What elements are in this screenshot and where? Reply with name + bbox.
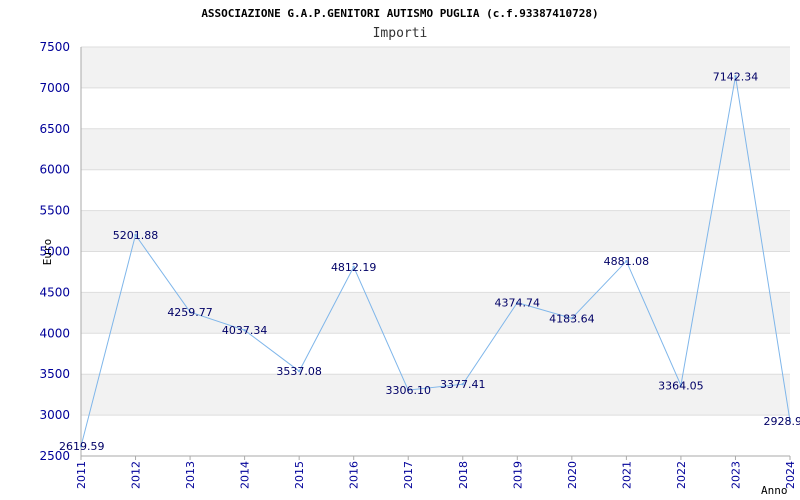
data-label: 3377.41 — [440, 378, 486, 391]
data-label: 4183.64 — [549, 312, 595, 325]
x-tick-label: 2017 — [402, 461, 415, 489]
x-tick-label: 2022 — [675, 461, 688, 489]
data-label: 3306.10 — [385, 384, 431, 397]
y-tick-label: 7500 — [39, 40, 70, 54]
data-label: 2928.9 — [764, 415, 800, 428]
x-tick-label: 2012 — [130, 461, 143, 489]
x-tick-label: 2013 — [184, 461, 197, 489]
grid-bands — [81, 47, 790, 416]
data-label: 3364.05 — [658, 379, 704, 392]
data-label: 4259.77 — [167, 306, 213, 319]
line-chart: ASSOCIAZIONE G.A.P.GENITORI AUTISMO PUGL… — [39, 7, 800, 497]
x-tick-label: 2014 — [239, 461, 252, 489]
y-tick-label: 3500 — [39, 367, 70, 381]
data-label: 4812.19 — [331, 261, 377, 274]
data-label: 3537.08 — [276, 365, 322, 378]
y-tick-label: 5500 — [39, 204, 70, 218]
x-tick-label: 2016 — [348, 461, 361, 489]
y-tick-label: 7000 — [39, 81, 70, 95]
x-tick-label: 2018 — [457, 461, 470, 489]
x-tick-label: 2015 — [293, 461, 306, 489]
data-label: 4374.74 — [495, 297, 541, 310]
data-label: 2619.59 — [59, 440, 105, 453]
x-tick-labels: 2011 2012 2013 2014 2015 2016 2017 2018 2019 2020… — [75, 461, 797, 489]
x-tick-label: 2023 — [729, 461, 742, 489]
chart-subtitle: Importi — [373, 26, 428, 41]
x-axis-label: Anno — [761, 484, 788, 497]
x-tick-label: 2019 — [511, 461, 524, 489]
x-tick-label: 2011 — [75, 461, 88, 489]
y-axis-label: Euro — [41, 239, 54, 266]
y-tick-label: 3000 — [39, 408, 70, 422]
grid-band — [81, 128, 790, 170]
data-label: 5201.88 — [113, 229, 159, 242]
grid-band — [81, 210, 790, 252]
y-tick-label: 4000 — [39, 326, 70, 340]
x-tick-label: 2020 — [566, 461, 579, 489]
x-tick-label: 2021 — [620, 461, 633, 489]
grid-band — [81, 47, 790, 88]
data-label: 7142.34 — [713, 70, 759, 83]
data-label: 4037.34 — [222, 324, 268, 337]
y-tick-label: 4500 — [39, 285, 70, 299]
y-tick-label: 6000 — [39, 163, 70, 177]
y-tick-label: 6500 — [39, 122, 70, 136]
data-label: 4881.08 — [604, 255, 650, 268]
chart-title: ASSOCIAZIONE G.A.P.GENITORI AUTISMO PUGL… — [201, 7, 598, 20]
